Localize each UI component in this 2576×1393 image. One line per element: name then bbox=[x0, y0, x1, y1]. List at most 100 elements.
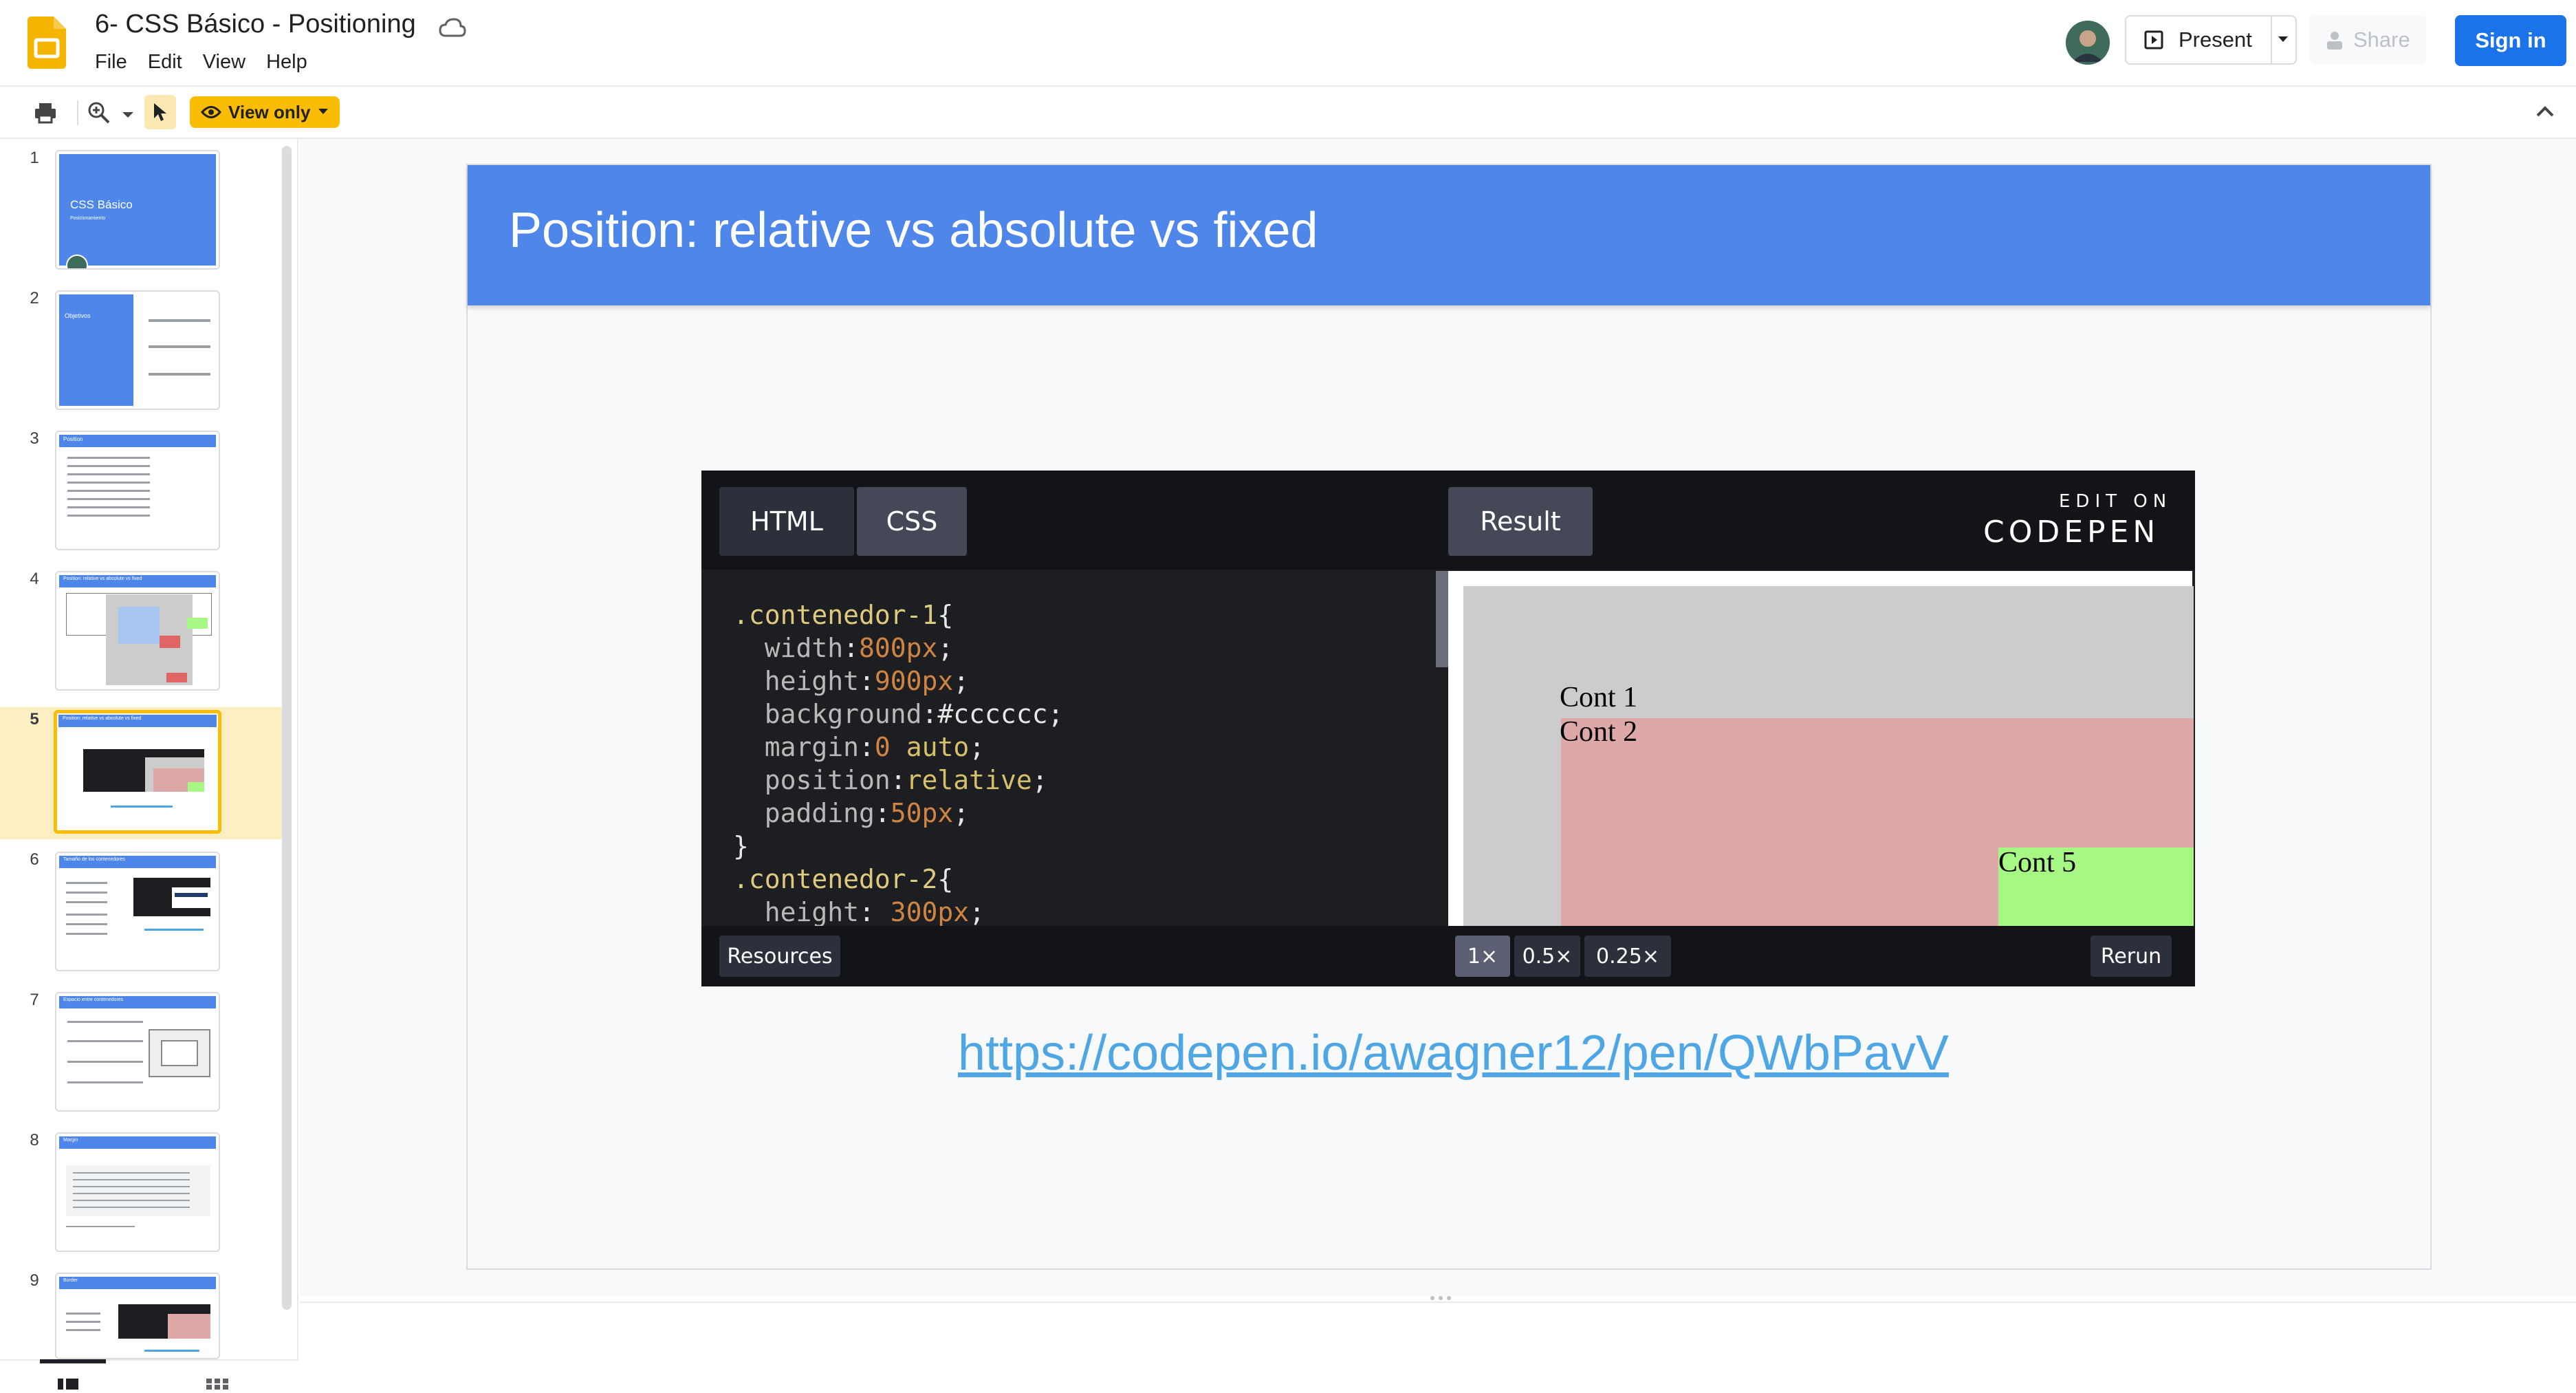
code-token: .contenedor-1 bbox=[733, 600, 938, 630]
slide-thumbnail-8[interactable]: Margin bbox=[55, 1132, 220, 1252]
codepen-rerun-button[interactable]: Rerun bbox=[2091, 936, 2172, 977]
code-token: height bbox=[733, 666, 860, 696]
app-header: 6- CSS Básico - Positioning File Edit Vi… bbox=[0, 0, 2576, 85]
print-icon[interactable] bbox=[33, 100, 58, 129]
code-line: } bbox=[733, 830, 1433, 863]
code-token: ; bbox=[969, 897, 985, 926]
codepen-link[interactable]: https://codepen.io/awagner12/pen/QWbPavV bbox=[958, 1025, 1949, 1081]
zoom-caret-icon[interactable] bbox=[122, 110, 133, 122]
code-line: margin:0 auto; bbox=[733, 731, 1433, 764]
code-token: auto bbox=[890, 732, 970, 762]
code-token: width bbox=[733, 633, 844, 663]
present-button[interactable]: Present bbox=[2125, 15, 2272, 65]
code-token: : bbox=[859, 666, 875, 696]
code-token: : bbox=[890, 765, 906, 795]
codepen-resources-button[interactable]: Resources bbox=[719, 936, 840, 977]
view-only-button[interactable]: View only bbox=[190, 96, 340, 128]
slide-number: 6 bbox=[30, 850, 39, 869]
active-view-indicator bbox=[40, 1359, 106, 1363]
zoom-icon[interactable] bbox=[87, 100, 111, 129]
code-token: ; bbox=[1032, 765, 1048, 795]
code-token: ; bbox=[969, 732, 985, 762]
slides-logo-icon[interactable] bbox=[28, 17, 66, 69]
collapse-chevron-icon[interactable] bbox=[2535, 105, 2555, 122]
codepen-zoom-1x[interactable]: 1× bbox=[1455, 936, 1510, 977]
slide-thumbnail-9[interactable]: Border bbox=[55, 1273, 220, 1359]
filmstrip-view-icon[interactable] bbox=[58, 1379, 78, 1393]
codepen-tab-html[interactable]: HTML bbox=[719, 487, 854, 556]
slide-number: 7 bbox=[30, 991, 39, 1009]
thumb-title: CSS Básico bbox=[70, 198, 133, 211]
code-line: height: 300px; bbox=[733, 896, 1433, 926]
codepen-edit-on-label[interactable]: EDIT ON bbox=[2059, 491, 2172, 512]
present-icon bbox=[2144, 30, 2163, 50]
codepen-logo[interactable]: CODEPEN bbox=[1983, 515, 2159, 550]
menu-edit[interactable]: Edit bbox=[148, 51, 182, 74]
codepen-zoom-0-25x[interactable]: 0.25× bbox=[1584, 936, 1671, 977]
code-token: ; bbox=[953, 798, 970, 828]
slide-number: 1 bbox=[30, 149, 39, 167]
lock-person-icon bbox=[2327, 32, 2342, 50]
code-token: position bbox=[733, 765, 891, 795]
code-line: .contenedor-1{ bbox=[733, 598, 1433, 631]
sign-in-button[interactable]: Sign in bbox=[2455, 15, 2566, 66]
code-token: { bbox=[937, 864, 954, 894]
thumb-title: Position: relative vs absolute vs fixed bbox=[63, 576, 142, 581]
notes-resize-handle[interactable] bbox=[1430, 1296, 1463, 1300]
slide-thumbnail-3[interactable]: Position bbox=[55, 431, 220, 550]
code-token: height bbox=[733, 897, 860, 926]
speaker-notes-area bbox=[300, 1302, 2576, 1391]
code-token: : bbox=[859, 897, 891, 926]
menu-bar: File Edit View Help bbox=[95, 51, 307, 74]
slide-number: 2 bbox=[30, 289, 39, 307]
codepen-css-code[interactable]: .contenedor-1{ width:800px; height:900px… bbox=[704, 571, 1433, 926]
code-token: padding bbox=[733, 798, 875, 828]
slide-number: 3 bbox=[30, 429, 39, 448]
codepen-tab-result[interactable]: Result bbox=[1448, 487, 1593, 556]
code-line: height:900px; bbox=[733, 665, 1433, 698]
code-token: : bbox=[859, 732, 875, 762]
slide-number: 4 bbox=[30, 570, 39, 588]
slide-thumbnail-4[interactable]: Position: relative vs absolute vs fixed bbox=[55, 571, 220, 691]
slide-thumbnail-1[interactable]: CSS Básico Posicionamiento bbox=[55, 150, 220, 270]
cont2-label: Cont 2 bbox=[1560, 716, 1638, 748]
caret-down-icon bbox=[318, 109, 329, 114]
menu-view[interactable]: View bbox=[203, 51, 245, 74]
codepen-zoom-0-5x[interactable]: 0.5× bbox=[1514, 936, 1580, 977]
thumb-subtitle: Posicionamiento bbox=[70, 216, 106, 221]
filmstrip-scrollbar[interactable] bbox=[282, 146, 292, 1310]
thumb-title: Espacio entre contenedores bbox=[63, 997, 124, 1002]
menu-file[interactable]: File bbox=[95, 51, 127, 74]
code-line: .contenedor-2{ bbox=[733, 863, 1433, 896]
thumb-title: Position bbox=[63, 436, 83, 442]
menu-help[interactable]: Help bbox=[266, 51, 307, 74]
present-label: Present bbox=[2179, 28, 2252, 52]
share-label: Share bbox=[2353, 28, 2410, 52]
slide-thumbnail-7[interactable]: Espacio entre contenedores bbox=[55, 992, 220, 1112]
eye-icon bbox=[201, 106, 221, 118]
grid-view-icon[interactable] bbox=[206, 1379, 230, 1393]
codepen-resize-handle[interactable] bbox=[1436, 571, 1448, 667]
share-button[interactable]: Share bbox=[2309, 15, 2426, 65]
code-line: background:#cccccc; bbox=[733, 698, 1433, 731]
code-token: 300px bbox=[890, 897, 970, 926]
code-token: background bbox=[733, 699, 922, 729]
code-token: relative bbox=[906, 765, 1032, 795]
code-token: .contenedor-2 bbox=[733, 864, 938, 894]
code-token: } bbox=[733, 831, 749, 861]
owner-avatar[interactable] bbox=[2066, 21, 2110, 65]
present-options-button[interactable] bbox=[2271, 15, 2297, 65]
cont5-label: Cont 5 bbox=[1998, 847, 2077, 878]
code-line: width:800px; bbox=[733, 631, 1433, 665]
caret-down-icon bbox=[2278, 36, 2288, 42]
slide-number: 9 bbox=[30, 1271, 39, 1290]
code-token: 50px bbox=[890, 798, 954, 828]
document-title[interactable]: 6- CSS Básico - Positioning bbox=[95, 10, 416, 39]
thumb-title: Position: relative vs absolute vs fixed bbox=[63, 716, 142, 721]
cloud-status-icon[interactable] bbox=[439, 17, 466, 40]
slide-thumbnail-6[interactable]: Tamaño de los contenedores bbox=[55, 852, 220, 971]
codepen-tab-css[interactable]: CSS bbox=[857, 487, 967, 556]
select-pointer-icon[interactable] bbox=[144, 95, 176, 129]
slide-thumbnail-2[interactable]: Objetivos bbox=[55, 290, 220, 410]
slide-thumbnail-5[interactable]: Position: relative vs absolute vs fixed bbox=[54, 710, 221, 834]
